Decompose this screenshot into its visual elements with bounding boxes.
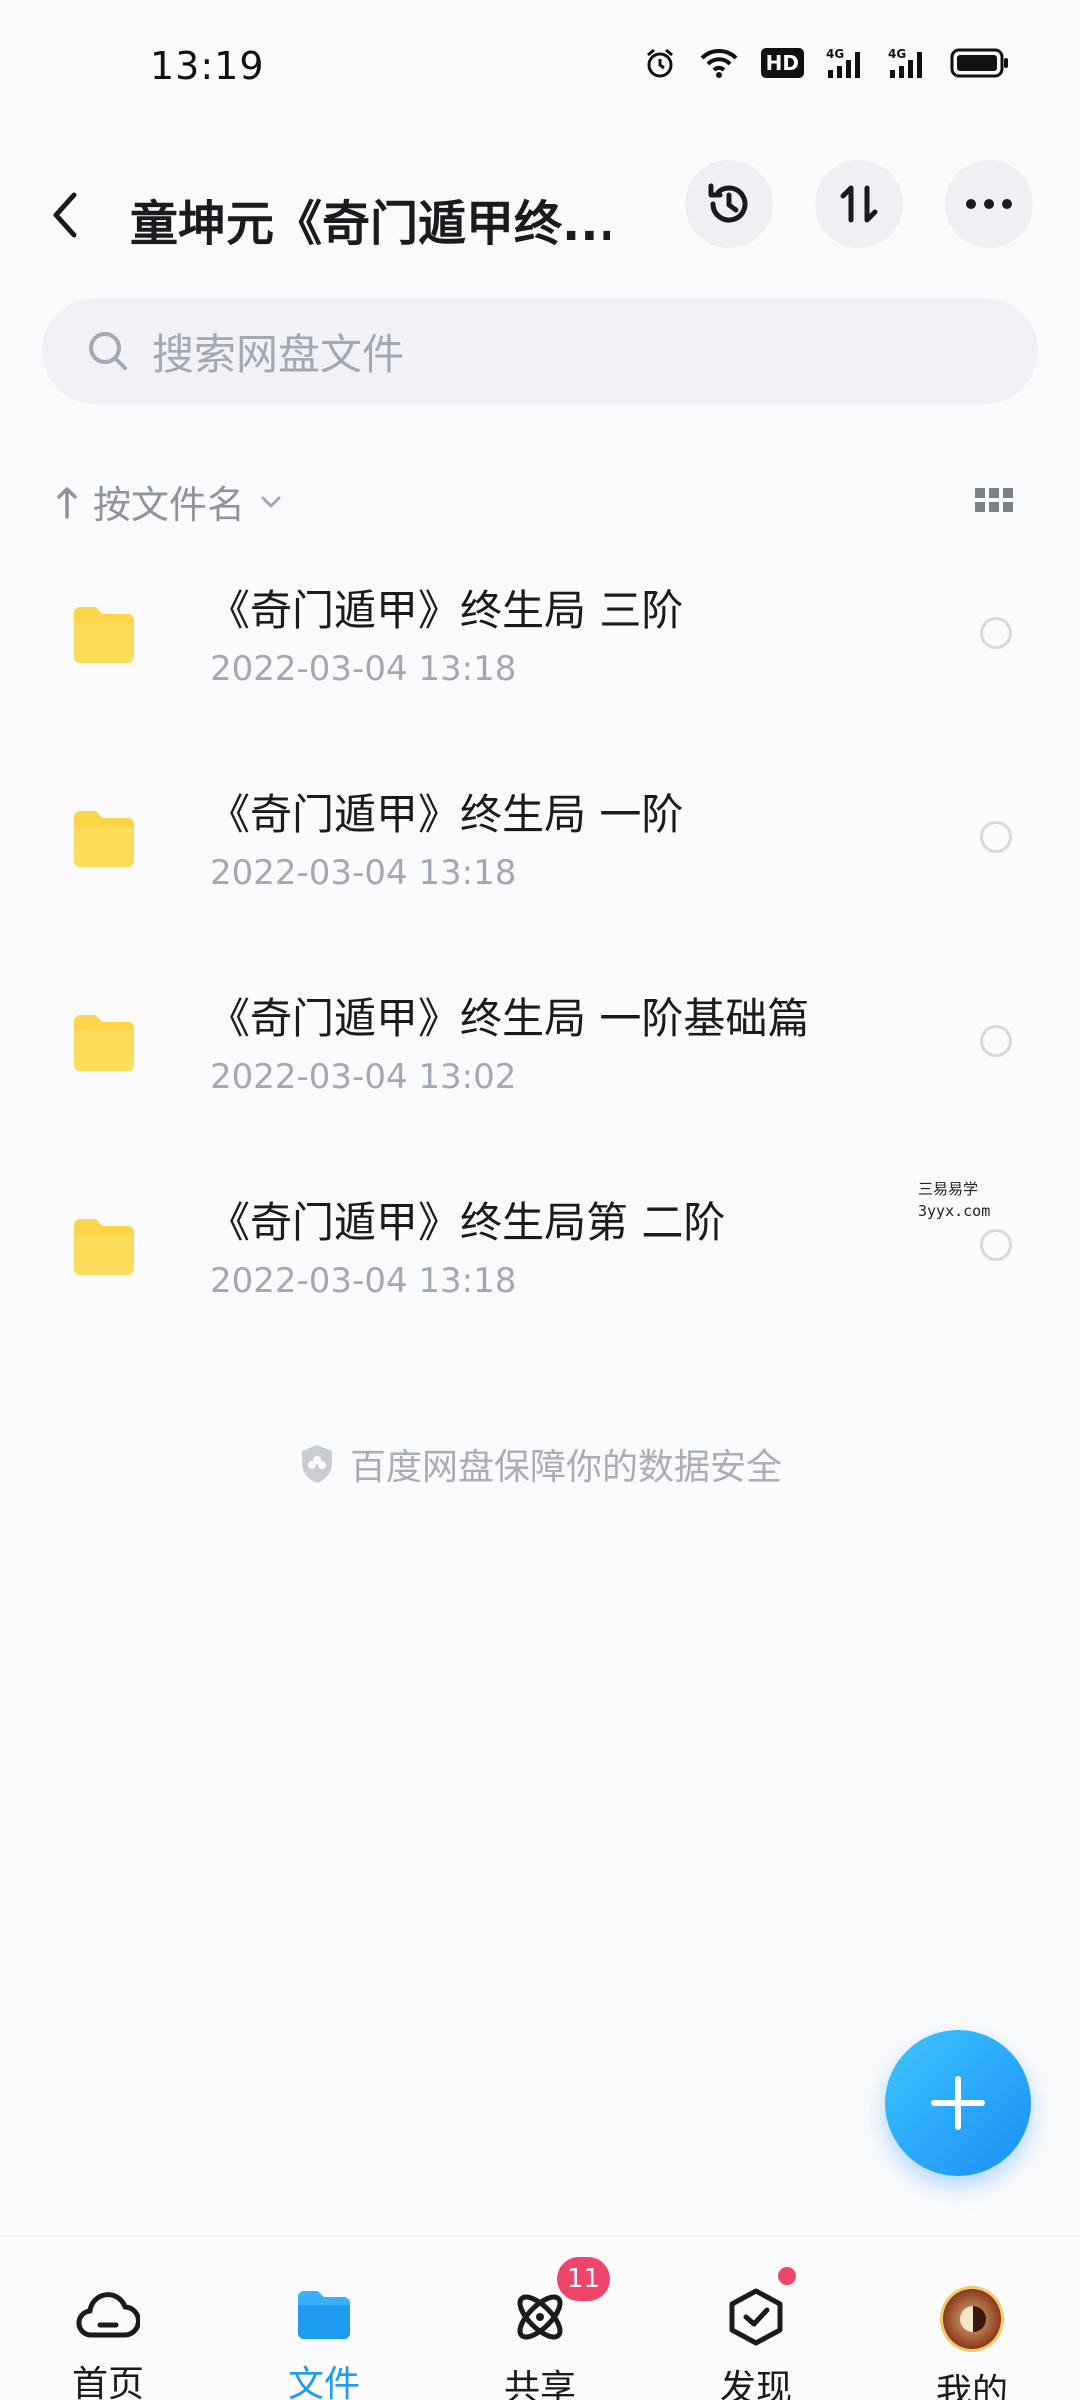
more-icon (966, 199, 1012, 209)
status-icons: HD 4G 4G (643, 46, 1010, 80)
folder-icon (74, 811, 134, 867)
security-note: 百度网盘保障你的数据安全 (0, 1438, 1080, 1490)
svg-text:4G: 4G (826, 47, 844, 61)
file-date: 2022-03-04 13:18 (210, 649, 517, 689)
watermark-line: 三易易学 (918, 1180, 979, 1198)
search-icon (84, 327, 132, 375)
folder-icon (292, 2287, 356, 2343)
file-row[interactable]: 《奇门遁甲》终生局 一阶基础篇 2022-03-04 13:02 (0, 963, 1080, 1167)
security-text: 百度网盘保障你的数据安全 (349, 1447, 782, 1488)
notification-dot (778, 2267, 796, 2285)
nav-item-me[interactable]: 我的 (864, 2237, 1080, 2400)
svg-text:4G: 4G (888, 47, 906, 61)
top-app-bar: 童坤元《奇门遁甲终... (0, 140, 1080, 290)
file-date: 2022-03-04 13:18 (210, 1261, 517, 1301)
sort-dropdown[interactable]: 按文件名 (55, 474, 283, 529)
file-date: 2022-03-04 13:02 (210, 1057, 517, 1097)
file-list: 《奇门遁甲》终生局 三阶 2022-03-04 13:18 《奇门遁甲》终生局 … (0, 555, 1080, 1371)
sort-icon (840, 185, 878, 223)
signal-4g-icon: 4G (888, 46, 928, 80)
file-row[interactable]: 《奇门遁甲》终生局 三阶 2022-03-04 13:18 (0, 555, 1080, 759)
nav-item-files[interactable]: 文件 (216, 2237, 432, 2400)
nav-item-discover[interactable]: 发现 (648, 2237, 864, 2400)
file-name: 《奇门遁甲》终生局 一阶基础篇 (208, 994, 810, 1043)
add-button[interactable] (885, 2030, 1031, 2176)
file-name: 《奇门遁甲》终生局第 二阶 (208, 1198, 726, 1247)
status-bar: 13:19 HD 4G 4G (0, 0, 1080, 135)
select-checkbox[interactable] (980, 1025, 1012, 1057)
battery-icon (950, 47, 1010, 79)
folder-icon (74, 1219, 134, 1275)
file-row[interactable]: 《奇门遁甲》终生局 一阶 2022-03-04 13:18 (0, 759, 1080, 963)
grid-view-icon[interactable] (975, 484, 1015, 516)
hd-icon: HD (760, 48, 804, 78)
sort-label: 按文件名 (93, 483, 246, 527)
shield-icon (301, 1445, 332, 1483)
nav-label: 发现 (719, 2368, 792, 2400)
avatar (940, 2286, 1004, 2352)
discover-box-icon (724, 2287, 788, 2347)
sort-row: 按文件名 (0, 460, 1080, 540)
nav-label: 文件 (287, 2364, 360, 2400)
page-title: 童坤元《奇门遁甲终... (130, 196, 610, 252)
nav-label: 共享 (503, 2368, 576, 2400)
search-input[interactable]: 搜索网盘文件 (42, 298, 1038, 404)
bottom-nav: 首页 文件 11 共享 发现 我的 (0, 2236, 1080, 2400)
file-name: 《奇门遁甲》终生局 一阶 (208, 790, 684, 839)
wifi-icon (699, 47, 739, 79)
watermark: 三易易学 3yyx.com (918, 1178, 990, 1222)
folder-icon (74, 1015, 134, 1071)
back-arrow-icon (53, 192, 77, 238)
arrow-up-icon (57, 486, 77, 519)
plus-icon (931, 2076, 985, 2130)
file-date: 2022-03-04 13:18 (210, 853, 517, 893)
select-checkbox[interactable] (980, 821, 1012, 853)
share-atom-icon (508, 2287, 572, 2347)
back-button[interactable] (50, 180, 100, 250)
status-time: 13:19 (150, 44, 265, 88)
search-placeholder: 搜索网盘文件 (152, 329, 405, 379)
folder-icon (74, 607, 134, 663)
nav-item-share[interactable]: 11 共享 (432, 2237, 648, 2400)
alarm-icon (643, 46, 677, 80)
chevron-down-icon (261, 496, 281, 507)
watermark-line: 3yyx.com (918, 1202, 991, 1220)
more-button[interactable] (945, 160, 1033, 248)
cloud-home-icon (76, 2287, 140, 2343)
select-checkbox[interactable] (980, 617, 1012, 649)
select-checkbox[interactable] (980, 1229, 1012, 1261)
file-name: 《奇门遁甲》终生局 三阶 (208, 586, 684, 635)
signal-4g-icon: 4G (826, 46, 866, 80)
history-button[interactable] (685, 160, 773, 248)
nav-label: 首页 (71, 2364, 144, 2400)
transfer-button[interactable] (815, 160, 903, 248)
nav-label: 我的 (935, 2372, 1008, 2400)
nav-item-home[interactable]: 首页 (0, 2237, 216, 2400)
history-icon (708, 183, 748, 223)
notification-badge: 11 (557, 2257, 611, 2301)
